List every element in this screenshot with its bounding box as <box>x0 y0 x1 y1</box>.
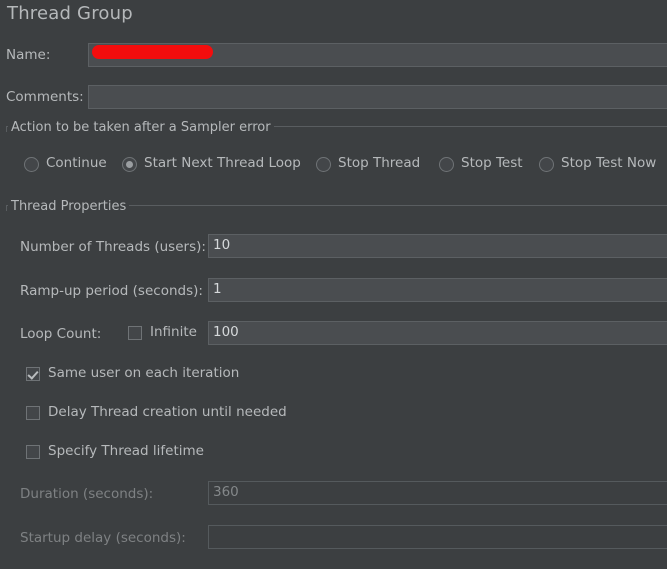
checkbox-specify-thread-lifetime-icon <box>26 445 40 459</box>
checkbox-specify-thread-lifetime[interactable]: Specify Thread lifetime <box>26 442 204 462</box>
name-label: Name: <box>6 47 51 63</box>
loop-count-input[interactable]: 100 <box>208 321 667 345</box>
loop-count-value: 100 <box>213 324 239 341</box>
thread-properties-group-title: Thread Properties <box>8 200 130 213</box>
checkbox-same-user-on-each-iteration-label: Same user on each iteration <box>48 365 240 382</box>
comments-input[interactable] <box>88 85 667 109</box>
loop-count-infinite-label: Infinite <box>150 324 197 341</box>
radio-stop-test[interactable]: Stop Test <box>439 152 523 176</box>
number-of-threads-input[interactable]: 10 <box>208 234 667 258</box>
startup-delay-label: Startup delay (seconds): <box>20 530 186 546</box>
radio-stop-test-now-label: Stop Test Now <box>561 155 657 172</box>
checkbox-specify-thread-lifetime-label: Specify Thread lifetime <box>48 443 204 460</box>
duration-value: 360 <box>213 484 239 501</box>
radio-start-next-thread-loop-icon <box>122 156 137 172</box>
radio-continue[interactable]: Continue <box>24 152 107 176</box>
comments-label: Comments: <box>6 89 84 105</box>
checkbox-same-user-on-each-iteration[interactable]: Same user on each iteration <box>26 364 239 384</box>
checkbox-delay-thread-creation-label: Delay Thread creation until needed <box>48 404 287 421</box>
number-of-threads-label: Number of Threads (users): <box>20 239 206 255</box>
radio-stop-test-now[interactable]: Stop Test Now <box>539 152 656 176</box>
thread-group-panel: Thread Group Name: Comments: Action to b… <box>0 0 667 569</box>
radio-stop-test-now-icon <box>539 156 554 172</box>
ramp-up-period-input[interactable]: 1 <box>208 278 667 302</box>
sampler-error-group-title: Action to be taken after a Sampler error <box>8 121 274 134</box>
radio-start-next-thread-loop[interactable]: Start Next Thread Loop <box>122 152 301 176</box>
checkbox-same-user-on-each-iteration-icon <box>26 367 40 381</box>
radio-stop-test-label: Stop Test <box>461 155 523 172</box>
duration-input[interactable]: 360 <box>208 481 667 505</box>
radio-stop-thread[interactable]: Stop Thread <box>316 152 420 176</box>
checkbox-delay-thread-creation[interactable]: Delay Thread creation until needed <box>26 403 287 423</box>
loop-count-infinite-checkbox-icon <box>128 326 142 340</box>
checkbox-delay-thread-creation-icon <box>26 406 40 420</box>
radio-continue-label: Continue <box>46 155 107 172</box>
page-title: Thread Group <box>7 3 133 24</box>
duration-label: Duration (seconds): <box>20 486 154 502</box>
radio-stop-thread-label: Stop Thread <box>338 155 421 172</box>
radio-stop-thread-icon <box>316 156 331 172</box>
radio-stop-test-icon <box>439 156 454 172</box>
radio-continue-icon <box>24 156 39 172</box>
ramp-up-period-label: Ramp-up period (seconds): <box>20 283 203 299</box>
loop-count-infinite-checkbox[interactable]: Infinite <box>128 323 197 343</box>
ramp-up-period-value: 1 <box>213 281 222 298</box>
radio-start-next-thread-loop-label: Start Next Thread Loop <box>144 155 301 172</box>
number-of-threads-value: 10 <box>213 237 231 254</box>
name-redaction-bar <box>92 45 213 59</box>
startup-delay-input[interactable] <box>208 525 667 549</box>
loop-count-label: Loop Count: <box>20 326 102 342</box>
